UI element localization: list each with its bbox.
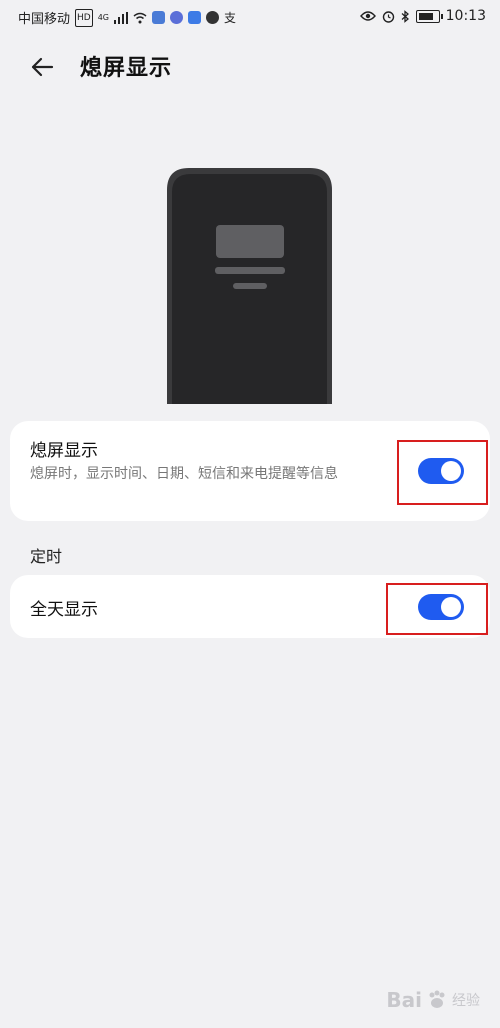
paw-icon [429, 990, 445, 1008]
watermark-suffix: 经验 [452, 993, 480, 1009]
eye-icon [359, 11, 376, 21]
music-notification-icon [170, 11, 184, 24]
app-notification-icon [152, 11, 166, 24]
arrow-left-icon [31, 57, 54, 77]
highlight-box-all-day [386, 583, 488, 635]
signal-label: 4G [97, 12, 110, 22]
watermark: Bai 经验 [386, 988, 480, 1012]
status-time: 10:13 [445, 8, 486, 24]
carrier-label: 中国移动 [18, 12, 71, 27]
status-bar: 中国移动 HD 4G 支 10:13 [0, 0, 500, 34]
aod-description: 熄屏时，显示时间、日期、短信和来电提醒等信息 [30, 466, 338, 482]
page-title: 熄屏显示 [80, 56, 173, 81]
all-day-title: 全天显示 [30, 600, 98, 620]
back-button[interactable] [26, 50, 60, 84]
status-bar-right: 10:13 [359, 8, 486, 24]
wifi-icon [133, 12, 147, 23]
signal-icon [114, 11, 129, 24]
payment-icon: 支 [224, 10, 237, 25]
bluetooth-icon [401, 9, 409, 23]
section-label-timing: 定时 [30, 547, 63, 566]
battery-icon [415, 9, 443, 23]
hd-badge: HD [75, 8, 93, 27]
watermark-brand: Bai [386, 988, 422, 1012]
highlight-box-aod [397, 440, 488, 505]
status-bar-left: 中国移动 HD 4G 支 [18, 8, 236, 27]
phone-illustration [167, 168, 332, 404]
vpn-icon [206, 11, 220, 24]
aod-title: 熄屏显示 [30, 441, 98, 461]
app-notification-icon-2 [188, 11, 202, 24]
alarm-icon [382, 10, 394, 23]
app-header: 熄屏显示 [0, 40, 500, 90]
